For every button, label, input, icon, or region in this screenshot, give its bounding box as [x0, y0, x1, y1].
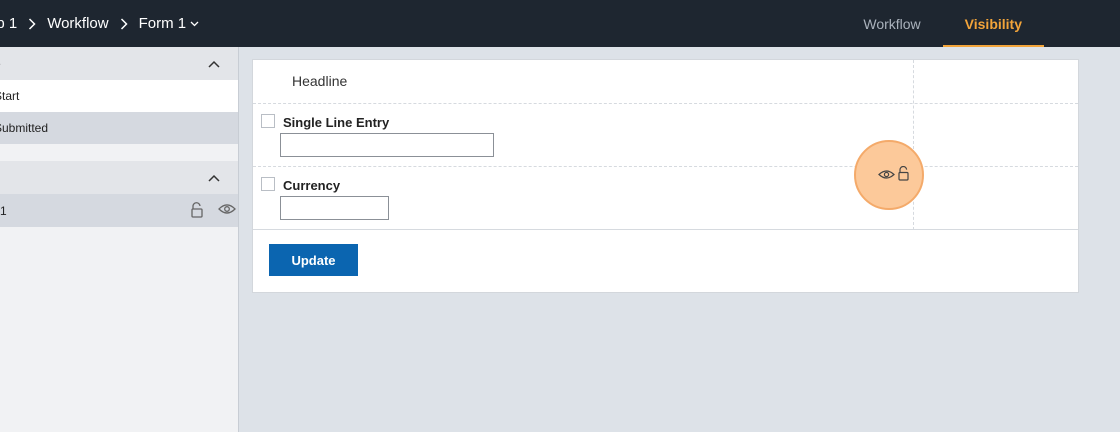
lock-open-icon[interactable]: [190, 202, 204, 221]
breadcrumb: pp 1 Workflow Form 1: [0, 0, 200, 47]
sidebar-item-submitted[interactable]: Submitted: [0, 112, 238, 144]
sidebar-item-label: 1: [0, 203, 7, 218]
update-button[interactable]: Update: [269, 244, 358, 276]
sidebar-section-title: e: [0, 57, 1, 71]
form-headline[interactable]: Headline: [292, 73, 347, 89]
sidebar-item-start[interactable]: Start: [0, 80, 238, 112]
active-tab-underline: [942, 45, 1044, 47]
breadcrumb-app[interactable]: pp 1: [0, 15, 17, 32]
view-tabs: Workflow Visibility: [841, 0, 1120, 47]
sidebar: e Start Submitted 1: [0, 47, 239, 432]
field-label-currency: Currency: [283, 178, 341, 193]
field-visibility-controls: [878, 165, 910, 186]
field-select-checkbox[interactable]: [261, 177, 275, 191]
tab-visibility[interactable]: Visibility: [942, 0, 1044, 47]
tab-visibility-label: Visibility: [964, 15, 1022, 32]
chevron-right-icon: [115, 0, 133, 47]
row-divider: [253, 103, 1078, 104]
chevron-up-icon[interactable]: [208, 60, 220, 68]
lock-open-icon[interactable]: [897, 165, 910, 186]
sidebar-section-fields[interactable]: [0, 161, 238, 194]
field-select-checkbox[interactable]: [261, 114, 275, 128]
chevron-right-icon: [23, 0, 41, 47]
breadcrumb-form[interactable]: Form 1: [139, 15, 187, 32]
column-divider: [913, 60, 914, 230]
tab-workflow[interactable]: Workflow: [841, 0, 942, 47]
chevron-down-icon[interactable]: [190, 19, 200, 29]
sidebar-section-stages[interactable]: e: [0, 47, 238, 80]
single-line-entry-input[interactable]: [280, 133, 494, 157]
sidebar-item-field[interactable]: 1: [0, 194, 238, 227]
row-divider: [253, 166, 1078, 167]
top-bar: pp 1 Workflow Form 1 Workflow Visibility: [0, 0, 1120, 47]
chevron-up-icon[interactable]: [208, 174, 220, 182]
sidebar-item-label: Start: [0, 89, 20, 103]
form-panel: Headline Single Line Entry Currency Upda…: [252, 59, 1079, 293]
breadcrumb-workflow[interactable]: Workflow: [47, 15, 108, 32]
sidebar-item-label: Submitted: [0, 121, 49, 135]
eye-icon[interactable]: [218, 203, 236, 218]
field-label-single-line-entry: Single Line Entry: [283, 115, 390, 130]
tab-workflow-label: Workflow: [863, 15, 921, 32]
currency-input[interactable]: [280, 196, 389, 220]
form-footer-divider: [253, 229, 1078, 230]
eye-icon[interactable]: [878, 167, 895, 185]
